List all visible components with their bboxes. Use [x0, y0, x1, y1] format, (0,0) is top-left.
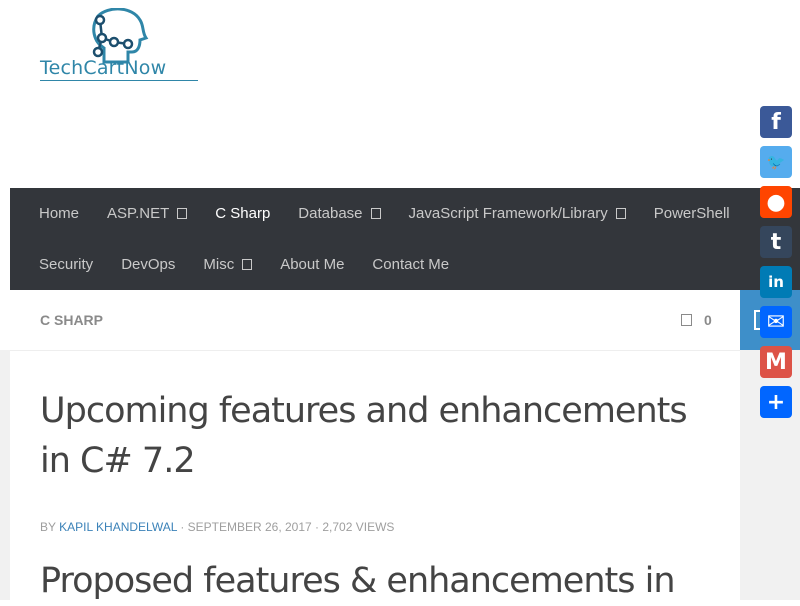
nav-item-label: Misc	[203, 256, 235, 273]
category-label[interactable]: C SHARP	[40, 312, 103, 328]
reddit-icon: ●	[766, 189, 786, 215]
nav-item-label: Security	[39, 256, 94, 273]
share-twitter-button[interactable]: 🐦	[760, 146, 792, 178]
nav-item-label: JavaScript Framework/Library	[408, 205, 608, 222]
post-views: · 2,702 VIEWS	[315, 520, 395, 534]
share-gmail-button[interactable]: M	[760, 346, 792, 378]
share-facebook-button[interactable]: f	[760, 106, 792, 138]
tumblr-icon: t	[770, 229, 782, 255]
post-subheading: Proposed features & enhancements in	[40, 561, 676, 601]
comment-icon	[681, 314, 692, 327]
share-reddit-button[interactable]: ●	[760, 186, 792, 218]
nav-item-label: DevOps	[121, 256, 176, 273]
category-bar: C SHARP 0	[10, 290, 740, 351]
dropdown-icon	[370, 207, 381, 219]
nav-item-label: Database	[298, 205, 363, 222]
nav-item-c-sharp[interactable]: C Sharp	[215, 205, 270, 222]
nav-item-label: Contact Me	[372, 256, 450, 273]
gmail-icon: M	[765, 349, 787, 375]
email-icon: ✉	[766, 309, 786, 335]
facebook-icon: f	[771, 109, 781, 135]
nav-item-label: ASP.NET	[107, 205, 170, 222]
author-link[interactable]: KAPIL KHANDELWAL	[59, 520, 177, 534]
nav-row-1: Home ASP.NET C Sharp Database JavaScript Fra…	[39, 188, 730, 239]
nav-item-misc[interactable]: Misc	[203, 256, 253, 273]
dropdown-icon	[615, 207, 626, 219]
nav-item-devops[interactable]: DevOps	[121, 256, 175, 273]
nav-item-database[interactable]: Database	[298, 205, 381, 222]
dropdown-icon	[242, 258, 253, 270]
linkedin-icon: in	[768, 273, 784, 291]
logo-text: TechCartNow	[40, 57, 167, 79]
share-email-button[interactable]: ✉	[760, 306, 792, 338]
logo-underline	[40, 80, 198, 81]
meta-by: BY	[40, 520, 56, 534]
nav-item-javascript-framework-library[interactable]: JavaScript Framework/Library	[409, 205, 626, 222]
post-meta: BY KAPIL KHANDELWAL · SEPTEMBER 26, 2017…	[40, 520, 394, 534]
nav-item-security[interactable]: Security	[39, 256, 93, 273]
nav-item-asp-net[interactable]: ASP.NET	[107, 205, 188, 222]
nav-row-2: Security DevOps Misc About Me Contact Me	[39, 239, 449, 290]
main-nav: Home ASP.NET C Sharp Database JavaScript Fra…	[10, 188, 800, 290]
nav-item-contact-me[interactable]: Contact Me	[372, 256, 449, 273]
site-logo[interactable]: TechCartNow	[38, 8, 200, 84]
nav-item-label: About Me	[280, 256, 345, 273]
post-date: · SEPTEMBER 26, 2017	[180, 520, 312, 534]
nav-item-label: C Sharp	[215, 205, 271, 222]
comment-count: 0	[704, 312, 712, 328]
left-gutter	[0, 350, 10, 600]
share-share-button[interactable]: +	[760, 386, 792, 418]
nav-item-home[interactable]: Home	[39, 205, 79, 222]
share-bar: f 🐦 ● t in ✉ M +	[760, 106, 792, 426]
nav-item-label: PowerShell	[653, 205, 730, 222]
dropdown-icon	[177, 207, 188, 219]
post-title: Upcoming features and enhancements in C#…	[40, 391, 688, 481]
nav-item-label: Home	[39, 205, 80, 222]
nav-item-powershell[interactable]: PowerShell	[654, 205, 730, 222]
share-tumblr-button[interactable]: t	[760, 226, 792, 258]
share-icon: +	[766, 389, 786, 415]
share-linkedin-button[interactable]: in	[760, 266, 792, 298]
brain-network-icon	[92, 8, 149, 64]
comment-count-link[interactable]: 0	[681, 312, 712, 328]
nav-item-about-me[interactable]: About Me	[280, 256, 344, 273]
twitter-icon: 🐦	[766, 153, 786, 171]
